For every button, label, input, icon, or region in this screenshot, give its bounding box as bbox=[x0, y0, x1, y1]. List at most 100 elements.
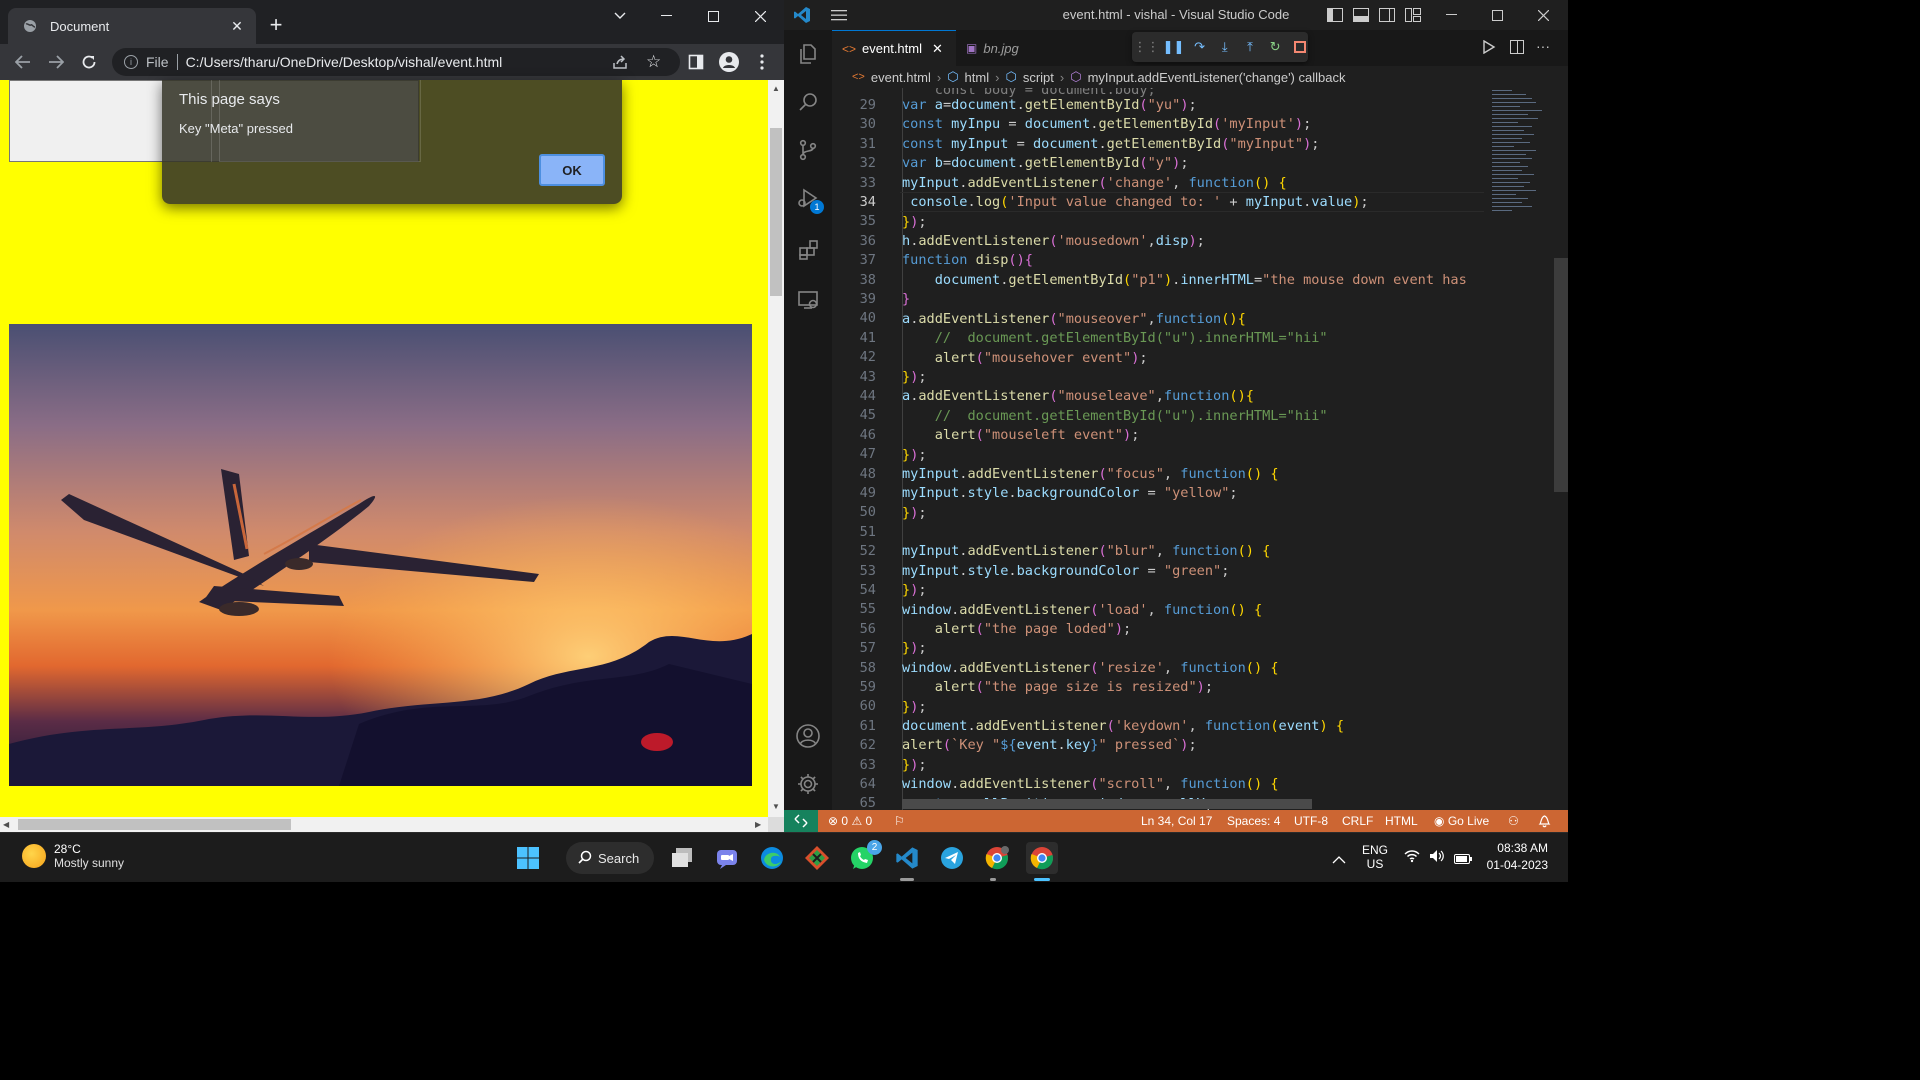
step-into-icon[interactable]: ⤓ bbox=[1217, 38, 1232, 56]
vscode-close-button[interactable] bbox=[1534, 6, 1552, 24]
page-vertical-scrollbar[interactable]: ▲ ▼ bbox=[768, 80, 784, 817]
cube-icon: ⬡ bbox=[947, 69, 959, 84]
close-window-button[interactable] bbox=[737, 0, 783, 32]
toggle-secondary-sidebar-icon[interactable] bbox=[1378, 6, 1396, 24]
chrome-profile-icon[interactable] bbox=[981, 842, 1013, 874]
clock[interactable]: 08:38 AM 01-04-2023 bbox=[1484, 841, 1548, 872]
bookmark-star-icon[interactable]: ☆ bbox=[646, 53, 661, 70]
editor-horizontal-scrollbar[interactable] bbox=[902, 799, 1312, 809]
accounts-icon[interactable] bbox=[792, 720, 824, 752]
dialog-ok-button[interactable]: OK bbox=[539, 154, 605, 186]
toggle-primary-sidebar-icon[interactable] bbox=[1326, 6, 1344, 24]
tab-bn-jpg[interactable]: ▣ bn.jpg bbox=[956, 30, 1062, 66]
restart-icon[interactable]: ↻ bbox=[1268, 38, 1283, 56]
remote-explorer-icon[interactable] bbox=[792, 284, 824, 316]
maximize-button[interactable] bbox=[690, 0, 736, 32]
telegram-icon[interactable] bbox=[936, 842, 968, 874]
new-tab-button[interactable]: + bbox=[264, 14, 288, 38]
page-horizontal-scrollbar[interactable]: ◀ ▶ bbox=[0, 817, 768, 832]
tab-search-chevron-icon[interactable] bbox=[597, 0, 643, 32]
close-tab-icon[interactable]: ✕ bbox=[932, 41, 943, 57]
scroll-down-arrow-icon[interactable]: ▼ bbox=[771, 802, 781, 812]
weather-widget[interactable]: 28°C Mostly sunny bbox=[22, 842, 124, 870]
search-icon[interactable] bbox=[792, 86, 824, 118]
show-hidden-icons-chevron[interactable] bbox=[1332, 851, 1346, 869]
task-view-icon[interactable] bbox=[666, 842, 698, 874]
code-line: a.addEventListener("mouseleave",function… bbox=[902, 388, 1254, 404]
git-gui-icon[interactable] bbox=[801, 842, 833, 874]
explorer-icon[interactable] bbox=[792, 38, 824, 70]
breadcrumb-script[interactable]: script bbox=[1023, 70, 1054, 85]
edge-browser-icon[interactable] bbox=[756, 842, 788, 874]
address-bar[interactable]: i File C:/Users/tharu/OneDrive/Desktop/v… bbox=[112, 48, 680, 76]
step-over-icon[interactable]: ↷ bbox=[1192, 38, 1207, 56]
step-out-icon[interactable]: ⤒ bbox=[1242, 38, 1257, 56]
vscode-taskbar-icon[interactable] bbox=[891, 842, 923, 874]
reload-icon[interactable] bbox=[77, 50, 101, 74]
cursor-position[interactable]: Ln 34, Col 17 bbox=[1141, 814, 1212, 828]
breadcrumb-file[interactable]: event.html bbox=[871, 70, 931, 85]
vscode-minimize-button[interactable] bbox=[1442, 6, 1460, 24]
run-icon[interactable] bbox=[1482, 39, 1496, 59]
volume-icon[interactable] bbox=[1429, 849, 1445, 868]
source-control-icon[interactable] bbox=[792, 134, 824, 166]
forward-arrow-icon[interactable] bbox=[44, 50, 68, 74]
run-and-debug-icon[interactable]: 1 bbox=[792, 182, 824, 214]
minimize-button[interactable] bbox=[643, 0, 689, 32]
customize-layout-icon[interactable] bbox=[1404, 6, 1422, 24]
breadcrumb-callback[interactable]: myInput.addEventListener('change') callb… bbox=[1088, 70, 1346, 85]
editor-scroll-thumb[interactable] bbox=[1554, 258, 1568, 492]
weather-condition: Mostly sunny bbox=[54, 856, 125, 870]
back-arrow-icon[interactable] bbox=[11, 50, 35, 74]
debug-badge: 1 bbox=[810, 200, 824, 214]
input-language[interactable]: ENG US bbox=[1362, 843, 1388, 871]
chrome-taskbar-icon[interactable] bbox=[1026, 842, 1058, 874]
scroll-right-arrow-icon[interactable]: ▶ bbox=[755, 820, 761, 829]
teams-chat-icon[interactable] bbox=[711, 842, 743, 874]
horizontal-scroll-thumb[interactable] bbox=[18, 819, 291, 830]
vscode-maximize-button[interactable] bbox=[1488, 6, 1506, 24]
taskbar-search-button[interactable]: Search bbox=[566, 842, 654, 874]
code-editor[interactable]: 29 30 31 32 33 34 35 36 37 38 39 40 41 42 43 44 45 46 47 48… bbox=[832, 88, 1484, 810]
toggle-panel-icon[interactable] bbox=[1352, 6, 1370, 24]
eol-status[interactable]: CRLF bbox=[1342, 814, 1373, 828]
profile-avatar-icon[interactable] bbox=[717, 50, 741, 74]
share-icon[interactable] bbox=[612, 54, 628, 73]
scroll-left-arrow-icon[interactable]: ◀ bbox=[3, 820, 9, 829]
close-tab-icon[interactable]: ✕ bbox=[228, 17, 246, 35]
go-live-button[interactable]: ◉ Go Live bbox=[1434, 814, 1489, 828]
side-panel-icon[interactable] bbox=[684, 50, 708, 74]
tab-event-html[interactable]: <> event.html ✕ bbox=[832, 30, 956, 66]
vertical-scroll-thumb[interactable] bbox=[770, 128, 782, 296]
extensions-icon[interactable] bbox=[792, 234, 824, 266]
whatsapp-icon[interactable]: 2 bbox=[846, 840, 882, 874]
line-number: 39 bbox=[859, 291, 876, 307]
split-editor-icon[interactable] bbox=[1510, 40, 1524, 59]
chrome-tab-strip: Document ✕ + bbox=[0, 0, 784, 44]
encoding-status[interactable]: UTF-8 bbox=[1294, 814, 1328, 828]
more-actions-icon[interactable]: ··· bbox=[1536, 38, 1550, 54]
stop-icon[interactable] bbox=[1293, 38, 1308, 56]
line-number: 42 bbox=[859, 349, 876, 366]
browser-tab-document[interactable]: Document ✕ bbox=[8, 8, 256, 44]
notifications-bell-icon[interactable] bbox=[1538, 814, 1551, 831]
breadcrumb-html[interactable]: html bbox=[965, 70, 990, 85]
remote-indicator-icon[interactable] bbox=[784, 810, 818, 832]
debug-status-icon[interactable]: ⚐ bbox=[894, 814, 905, 828]
problems-indicator[interactable]: ⊗ 0 ⚠ 0 bbox=[828, 814, 872, 828]
line-number: 41 bbox=[859, 329, 876, 346]
drag-handle-icon[interactable]: ⋮⋮ bbox=[1134, 38, 1160, 56]
feedback-icon[interactable]: ⚇ bbox=[1508, 814, 1519, 828]
language-mode[interactable]: HTML bbox=[1385, 814, 1418, 828]
scroll-up-arrow-icon[interactable]: ▲ bbox=[771, 84, 781, 94]
editor-vertical-scrollbar[interactable] bbox=[1554, 88, 1568, 810]
site-info-icon[interactable]: i bbox=[124, 55, 138, 69]
windows-start-icon[interactable] bbox=[512, 842, 544, 874]
wifi-icon[interactable] bbox=[1404, 849, 1420, 868]
pause-icon[interactable]: ❚❚ bbox=[1163, 38, 1185, 56]
indentation-status[interactable]: Spaces: 4 bbox=[1227, 814, 1280, 828]
minimap[interactable] bbox=[1484, 88, 1554, 810]
battery-icon[interactable] bbox=[1454, 851, 1472, 869]
manage-gear-icon[interactable] bbox=[792, 768, 824, 800]
kebab-menu-icon[interactable] bbox=[750, 50, 774, 74]
